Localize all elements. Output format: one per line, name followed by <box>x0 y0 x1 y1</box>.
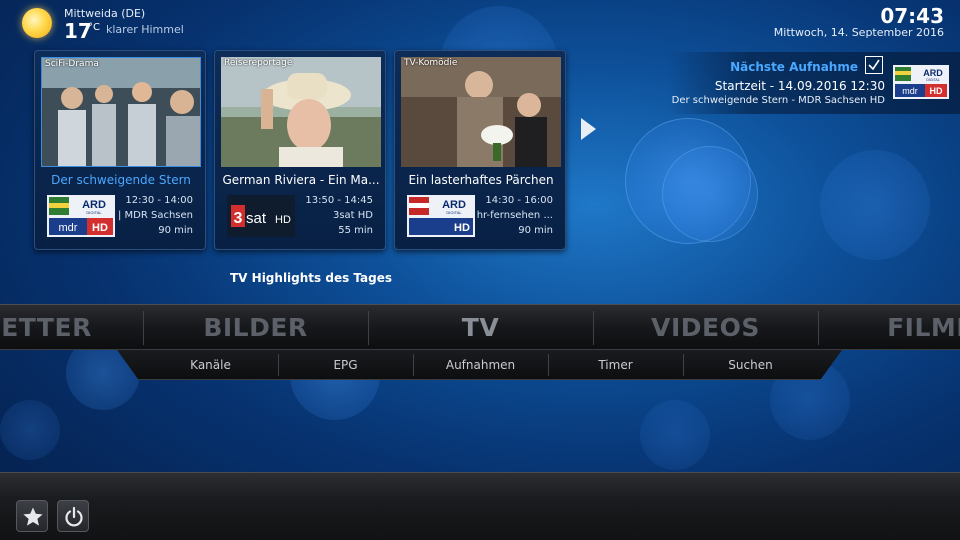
program-channel: hr-fernsehen ... <box>476 210 553 221</box>
genre-tag: Reisereportage <box>224 58 293 68</box>
bokeh-light <box>820 150 930 260</box>
submenu-timer[interactable]: Timer <box>548 350 683 380</box>
menu-item-videos[interactable]: VIDEOS <box>593 305 818 351</box>
recording-check-icon <box>865 56 883 74</box>
bokeh-light <box>662 146 758 242</box>
weather-unit: °C <box>88 22 100 33</box>
power-button[interactable] <box>57 500 89 532</box>
program-time: 12:30 - 14:00 <box>125 195 193 206</box>
program-duration: 90 min <box>518 225 553 236</box>
next-arrow-icon[interactable] <box>578 116 598 142</box>
sun-icon <box>22 8 52 38</box>
tv-highlight-card[interactable]: TV-Komödie Ein lasterhaftes Pärchen ARD … <box>394 50 566 250</box>
logo-digital-text: DIGITAL <box>926 78 939 82</box>
program-duration: 55 min <box>338 225 373 236</box>
scene-image <box>221 57 381 167</box>
program-thumbnail: Reisereportage <box>221 57 381 167</box>
main-menu: WETTER BILDER TV VIDEOS FILME <box>0 304 960 350</box>
next-recording-title: Nächste Aufnahme <box>730 60 858 74</box>
logo-ard-text: ARD <box>923 68 943 78</box>
weather-widget: Mittweida (DE) 17 °C klarer Himmel <box>22 6 252 43</box>
logo-digital-text: DIGITAL <box>446 210 462 215</box>
logo-hd-text: HD <box>92 222 108 234</box>
favourites-star-icon <box>23 507 43 526</box>
bokeh-light <box>625 118 751 244</box>
logo-3sat-word: sat <box>246 210 267 227</box>
logo-mdr-text: mdr <box>902 86 918 96</box>
power-icon <box>65 506 83 527</box>
menu-item-weather[interactable]: WETTER <box>0 305 145 351</box>
program-channel: 3sat HD <box>332 210 373 221</box>
tv-submenu: Kanäle EPG Aufnahmen Timer Suchen <box>117 350 842 380</box>
logo-3sat-number: 3 <box>234 210 243 227</box>
weather-condition: klarer Himmel <box>106 23 184 36</box>
favourites-button[interactable] <box>16 500 48 532</box>
next-recording-panel[interactable]: Nächste Aufnahme Startzeit - 14.09.2016 … <box>668 52 960 114</box>
mdr-sachsen-hd-logo: ARD DIGITAL mdr HD <box>47 195 115 237</box>
bokeh-light <box>0 400 60 460</box>
tv-highlight-card[interactable]: SciFi-Drama Der schweigende Stern ARD DI… <box>34 50 206 250</box>
program-time: 13:50 - 14:45 <box>305 195 373 206</box>
submenu-recordings[interactable]: Aufnahmen <box>413 350 548 380</box>
program-thumbnail: TV-Komödie <box>401 57 561 167</box>
highlights-heading: TV Highlights des Tages <box>230 271 393 285</box>
tv-highlight-card[interactable]: Reisereportage German Riviera - Ein Ma..… <box>214 50 386 250</box>
submenu-search[interactable]: Suchen <box>683 350 818 380</box>
scene-image <box>401 57 561 167</box>
logo-mdr-text: mdr <box>59 222 78 234</box>
scene-image <box>42 58 200 166</box>
mdr-sachsen-hd-logo: ARD DIGITAL mdr HD <box>893 65 949 99</box>
next-recording-program: Der schweigende Stern - MDR Sachsen HD <box>671 95 885 106</box>
program-title: Ein lasterhaftes Pärchen <box>408 173 554 187</box>
bokeh-light <box>640 400 710 470</box>
menu-item-movies[interactable]: FILME <box>818 305 960 351</box>
program-title: Der schweigende Stern <box>51 173 191 187</box>
logo-hd-text: HD <box>930 86 943 96</box>
hr-fernsehen-hd-logo: ARD DIGITAL HD <box>407 195 475 237</box>
program-time: 14:30 - 16:00 <box>485 195 553 206</box>
logo-hd-text: HD <box>454 222 470 234</box>
logo-digital-text: DIGITAL <box>86 210 102 215</box>
menu-item-pictures[interactable]: BILDER <box>143 305 368 351</box>
program-duration: 90 min <box>158 225 193 236</box>
clock-date: Mittwoch, 14. September 2016 <box>773 26 944 39</box>
program-thumbnail: SciFi-Drama <box>41 57 201 167</box>
genre-tag: SciFi-Drama <box>45 59 99 69</box>
program-channel: | MDR Sachsen <box>117 210 193 221</box>
bottom-bar <box>0 472 960 540</box>
menu-item-tv[interactable]: TV <box>368 305 593 351</box>
submenu-channels[interactable]: Kanäle <box>143 350 278 380</box>
clock-time: 07:43 <box>880 4 944 28</box>
submenu-epg[interactable]: EPG <box>278 350 413 380</box>
next-recording-start: Startzeit - 14.09.2016 12:30 <box>714 79 885 93</box>
logo-hd-text: HD <box>275 214 291 226</box>
program-title: German Riviera - Ein Ma... <box>222 173 380 187</box>
3sat-hd-logo: 3 sat HD <box>227 195 295 237</box>
genre-tag: TV-Komödie <box>404 58 458 68</box>
